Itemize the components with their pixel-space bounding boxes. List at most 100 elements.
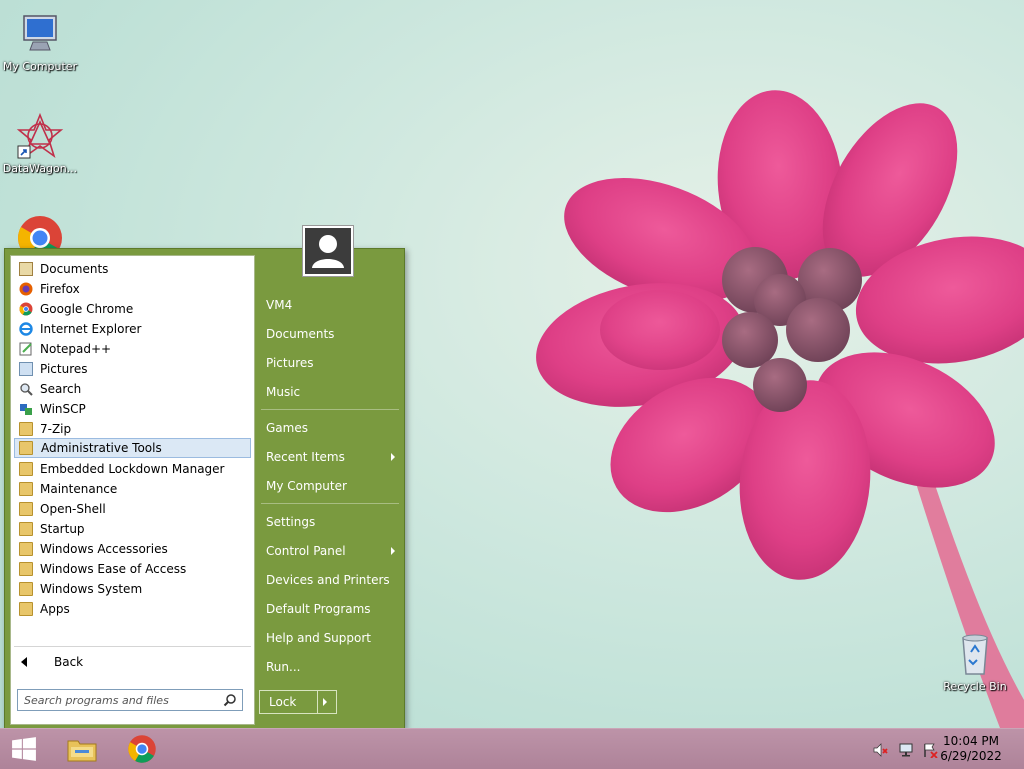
program-label: Administrative Tools [41,441,162,455]
folder-icon [19,422,33,436]
program-label: Windows Ease of Access [40,562,187,576]
tray-time: 10:04 PM [943,734,999,748]
right-item-label: Default Programs [266,602,371,616]
right-item-games[interactable]: Games [261,417,401,439]
internet-explorer-icon [19,322,33,336]
taskbar: 10:04 PM 6/29/2022 [0,728,1024,769]
right-item-music[interactable]: Music [261,381,401,403]
program-label: Embedded Lockdown Manager [40,462,225,476]
right-item-vm4[interactable]: VM4 [261,294,401,316]
taskbar-file-explorer[interactable] [56,729,108,769]
program-item-maintenance[interactable]: Maintenance [14,479,251,499]
program-item-internet-explorer[interactable]: Internet Explorer [14,319,251,339]
desktop-icon-my-computer[interactable]: My Computer [0,10,80,73]
right-item-control-panel[interactable]: Control Panel [261,540,401,562]
documents-icon [19,262,33,276]
program-label: Windows Accessories [40,542,168,556]
program-item-embedded-lockdown-manager[interactable]: Embedded Lockdown Manager [14,459,251,479]
start-button[interactable] [0,729,52,769]
program-item-windows-ease-of-access[interactable]: Windows Ease of Access [14,559,251,579]
start-menu: Documents Firefox Google Chrome Internet… [4,225,405,730]
search-icon[interactable] [223,693,237,707]
desktop-icon-datawagon[interactable]: DataWagon... [0,112,80,175]
program-label: WinSCP [40,402,86,416]
folder-icon [19,441,33,455]
program-item-google-chrome[interactable]: Google Chrome [14,299,251,319]
divider [14,646,251,647]
program-item-open-shell[interactable]: Open-Shell [14,499,251,519]
taskbar-chrome[interactable] [116,729,168,769]
right-item-pictures[interactable]: Pictures [261,352,401,374]
right-item-devices-and-printers[interactable]: Devices and Printers [261,569,401,591]
notepad-plus-plus-icon [19,342,32,356]
right-item-default-programs[interactable]: Default Programs [261,598,401,620]
right-item-label: Control Panel [266,544,346,558]
right-item-documents[interactable]: Documents [261,323,401,345]
program-item-7-zip[interactable]: 7-Zip [14,419,251,439]
right-item-label: Music [266,385,301,399]
search-icon [20,383,33,396]
right-item-my-computer[interactable]: My Computer [261,475,401,497]
tray-clock[interactable]: 10:04 PM 6/29/2022 [936,734,1006,764]
user-icon [312,235,344,268]
right-item-label: Pictures [266,356,314,370]
right-item-settings[interactable]: Settings [261,511,401,533]
right-item-label: Settings [266,515,316,529]
program-item-search[interactable]: Search [14,379,251,399]
right-item-label: My Computer [266,479,347,493]
program-label: Apps [40,602,70,616]
program-label: Pictures [40,362,88,376]
program-item-windows-system[interactable]: Windows System [14,579,251,599]
search-input[interactable] [24,692,214,708]
right-item-recent-items[interactable]: Recent Items [261,446,401,468]
desktop-icon-recycle-bin[interactable]: Recycle Bin [935,630,1015,693]
right-item-label: Documents [266,327,335,341]
lock-options-arrow-icon[interactable] [323,698,327,706]
right-item-run[interactable]: Run... [261,656,401,678]
chrome-icon [19,302,33,316]
program-label: Firefox [40,282,80,296]
program-label: Google Chrome [40,302,134,316]
folder-icon [19,502,33,516]
program-item-notepad-plus-plus[interactable]: Notepad++ [14,339,251,359]
program-label: Startup [40,522,85,536]
desktop-icon-label: DataWagon... [2,162,78,175]
datawagon-icon [16,112,64,159]
user-avatar[interactable] [302,225,354,277]
search-box[interactable] [17,689,243,711]
divider [317,691,318,713]
folder-icon [19,562,33,576]
desktop-icon-label: My Computer [2,60,78,73]
program-item-apps[interactable]: Apps [14,599,251,619]
back-button[interactable]: Back [14,652,251,672]
program-item-pictures[interactable]: Pictures [14,359,251,379]
windows-start-icon [12,737,36,761]
firefox-icon [19,282,33,296]
program-label: 7-Zip [40,422,72,436]
programs-panel: Documents Firefox Google Chrome Internet… [10,255,255,725]
network-icon[interactable] [898,742,914,758]
program-label: Open-Shell [40,502,106,516]
back-arrow-icon [21,657,27,667]
folder-icon [19,522,33,536]
computer-icon [23,15,57,51]
volume-muted-icon[interactable] [873,742,889,758]
program-item-firefox[interactable]: Firefox [14,279,251,299]
winscp-icon [20,404,32,415]
desktop-icon-label: Recycle Bin [943,680,1007,693]
file-explorer-icon [67,740,97,762]
folder-icon [19,542,33,556]
program-label: Documents [40,262,109,276]
program-item-administrative-tools[interactable]: Administrative Tools [14,438,251,458]
program-label: Search [40,382,82,396]
tray-date: 6/29/2022 [940,749,1002,763]
program-item-documents[interactable]: Documents [14,259,251,279]
right-item-label: Help and Support [266,631,371,645]
program-item-startup[interactable]: Startup [14,519,251,539]
lock-button[interactable]: Lock [259,690,337,714]
folder-icon [19,482,33,496]
program-item-winscp[interactable]: WinSCP [14,399,251,419]
right-item-help-and-support[interactable]: Help and Support [261,627,401,649]
pictures-icon [19,362,33,376]
program-item-windows-accessories[interactable]: Windows Accessories [14,539,251,559]
